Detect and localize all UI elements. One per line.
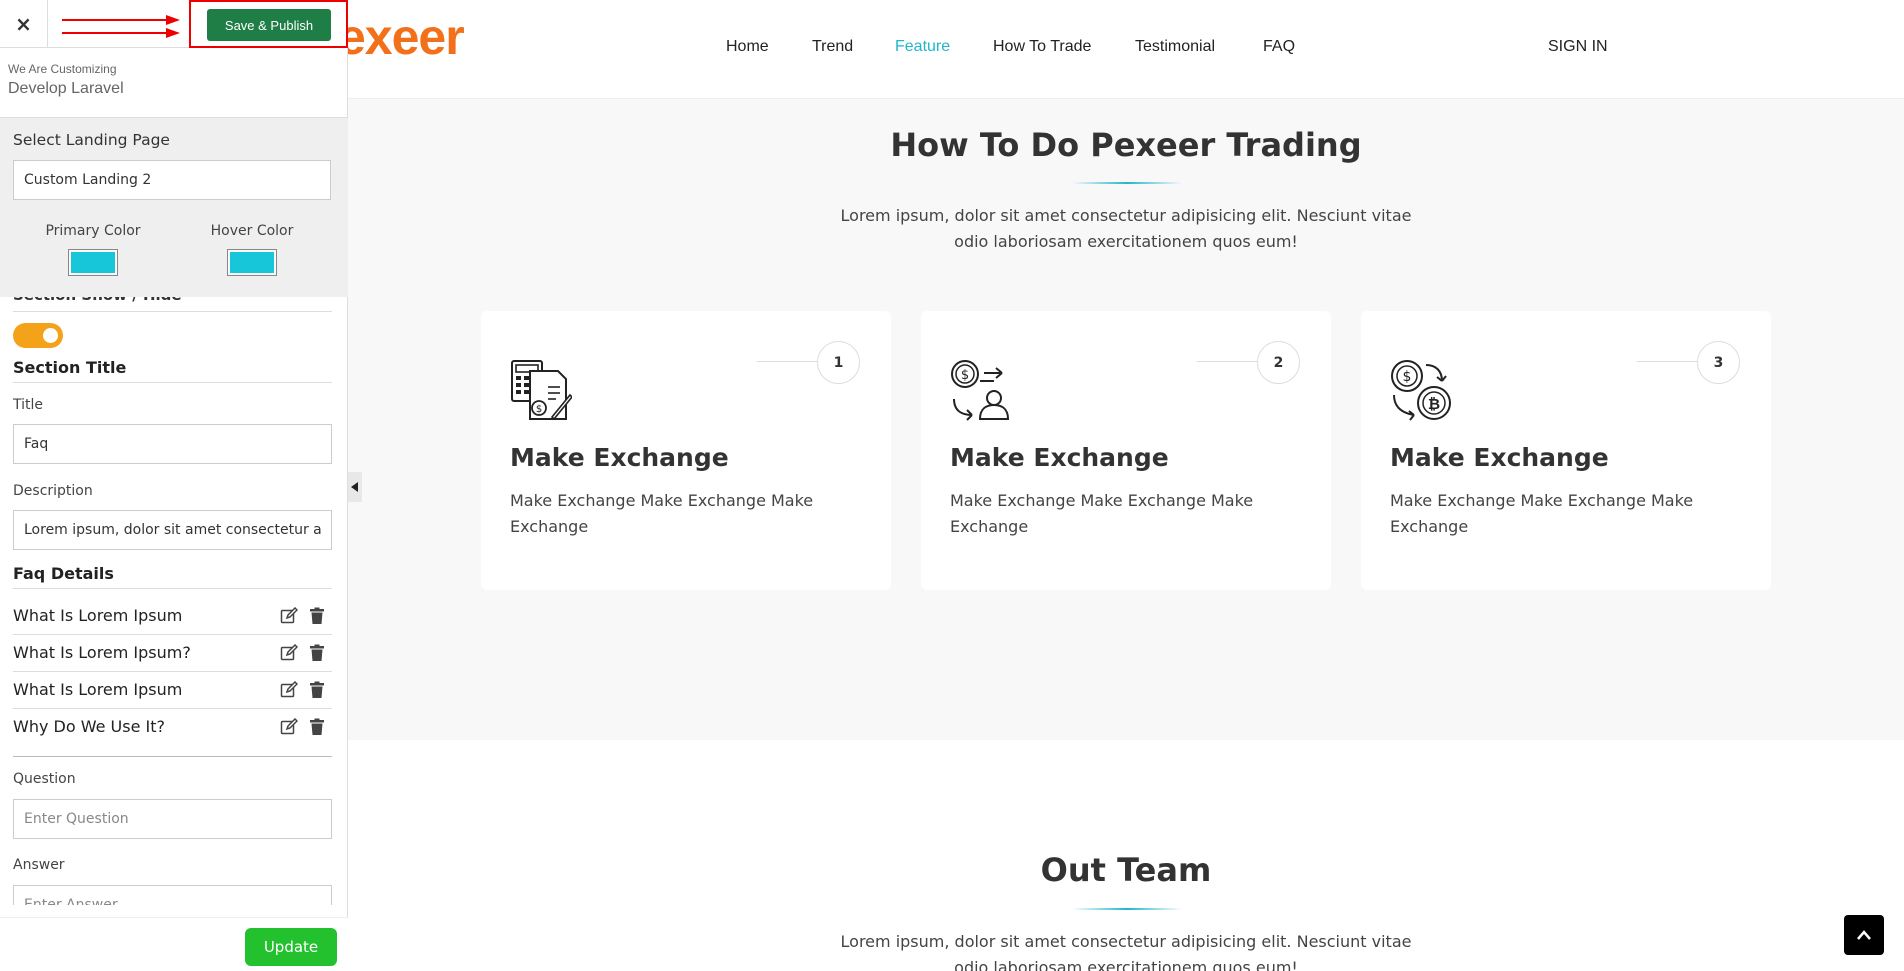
section-visibility-toggle[interactable]: [13, 323, 63, 348]
customizing-site-name: Develop Laravel: [8, 80, 124, 97]
section-title-heading: Section Title: [13, 358, 127, 377]
scroll-to-top-button[interactable]: [1844, 915, 1884, 955]
trash-icon[interactable]: [308, 607, 326, 625]
description-input[interactable]: [13, 510, 332, 550]
step-number: 1: [817, 341, 860, 384]
update-button[interactable]: Update: [245, 928, 337, 966]
section-settings-scroll[interactable]: Section Show / Hide Section Title Title …: [0, 290, 348, 905]
trash-icon[interactable]: [308, 644, 326, 662]
answer-label: Answer: [13, 857, 65, 873]
calculator-document-icon: $: [511, 360, 572, 421]
trash-icon[interactable]: [308, 718, 326, 736]
customizer-topbar: × Save & Publish: [0, 0, 348, 48]
step-number: 2: [1257, 341, 1300, 384]
svg-text:₿: ₿: [1428, 395, 1440, 413]
chevron-left-icon: [351, 482, 358, 492]
landing-page-select[interactable]: Custom Landing 2: [13, 160, 331, 200]
edit-icon[interactable]: [280, 644, 298, 662]
primary-color-group: Primary Color: [23, 223, 163, 280]
section-title: How To Do Pexeer Trading: [890, 126, 1362, 164]
dollar-user-exchange-icon: $: [951, 360, 1010, 421]
faq-question: Why Do We Use It?: [13, 717, 165, 736]
customizing-label: We Are Customizing: [8, 62, 117, 76]
title-input[interactable]: [13, 424, 332, 464]
landing-settings-panel: Select Landing Page Custom Landing 2 Pri…: [0, 117, 348, 297]
publish-highlight-box: Save & Publish: [189, 0, 348, 48]
svg-text:$: $: [1403, 369, 1412, 385]
hover-color-label: Hover Color: [210, 223, 294, 239]
customizing-info: We Are Customizing Develop Laravel: [8, 62, 124, 98]
nav-feature[interactable]: Feature: [895, 38, 950, 56]
landing-preview: exeer Home Trend Feature How To Trade Te…: [348, 0, 1904, 971]
card-title: Make Exchange: [1390, 443, 1609, 472]
nav-home[interactable]: Home: [726, 38, 769, 56]
team-section-title: Out Team: [1040, 851, 1212, 889]
svg-text:$: $: [536, 404, 542, 415]
section-description: Lorem ipsum, dolor sit amet consectetur …: [840, 206, 1412, 251]
trash-icon[interactable]: [308, 681, 326, 699]
card-description: Make Exchange Make Exchange Make Exchang…: [510, 491, 814, 536]
customizer-sidebar: × Save & Publish We Are Customizing Deve…: [0, 0, 348, 971]
step-card: 2 $ Make Exchange Make Exchange Make Exc…: [921, 311, 1331, 590]
card-description: Make Exchange Make Exchange Make Exchang…: [1390, 491, 1694, 536]
faq-list-item: What Is Lorem Ipsum?: [13, 635, 332, 672]
edit-icon[interactable]: [280, 681, 298, 699]
description-label: Description: [13, 483, 93, 499]
site-logo[interactable]: exeer: [348, 8, 465, 66]
team-section-description: Lorem ipsum, dolor sit amet consectetur …: [840, 932, 1412, 971]
nav-testimonial[interactable]: Testimonial: [1135, 38, 1215, 56]
faq-question: What Is Lorem Ipsum: [13, 606, 183, 625]
primary-color-picker[interactable]: [68, 249, 118, 276]
arrow-right-icon: [62, 15, 180, 25]
faq-question: What Is Lorem Ipsum?: [13, 643, 191, 662]
question-input[interactable]: [13, 799, 332, 839]
sidebar-footer: Update: [0, 917, 348, 971]
card-title: Make Exchange: [510, 443, 729, 472]
hover-color-picker[interactable]: [227, 249, 277, 276]
svg-text:$: $: [961, 368, 969, 383]
primary-color-label: Primary Color: [45, 223, 141, 239]
collapse-sidebar-button[interactable]: [348, 472, 362, 502]
step-card: 3 $ ₿ Make Exchange Make Exchange Make E…: [1361, 311, 1771, 590]
dollar-bitcoin-exchange-icon: $ ₿: [1391, 360, 1451, 421]
faq-details-heading: Faq Details: [13, 564, 114, 583]
title-label: Title: [13, 397, 44, 413]
faq-list-item: What Is Lorem Ipsum: [13, 672, 332, 709]
close-button[interactable]: ×: [0, 0, 48, 48]
answer-input[interactable]: [13, 885, 332, 905]
faq-list-item: What Is Lorem Ipsum: [13, 598, 332, 635]
nav-how-to-trade[interactable]: How To Trade: [993, 38, 1091, 56]
step-card: 1 $ Make Exchange Make Exchange Make Exc…: [481, 311, 891, 590]
edit-icon[interactable]: [280, 718, 298, 736]
card-description: Make Exchange Make Exchange Make Exchang…: [950, 491, 1254, 536]
sign-in-link[interactable]: SIGN IN: [1548, 38, 1608, 56]
question-label: Question: [13, 771, 76, 787]
how-to-trade-section: How To Do Pexeer Trading Lorem ipsum, do…: [348, 99, 1904, 740]
nav-trend[interactable]: Trend: [812, 38, 853, 56]
step-number: 3: [1697, 341, 1740, 384]
edit-icon[interactable]: [280, 607, 298, 625]
arrow-right-icon: [62, 28, 180, 38]
chevron-up-icon: [1857, 930, 1871, 940]
title-underline: [1072, 182, 1182, 184]
team-title-underline: [1072, 908, 1182, 910]
faq-question: What Is Lorem Ipsum: [13, 680, 183, 699]
nav-faq[interactable]: FAQ: [1263, 38, 1295, 56]
hover-color-group: Hover Color: [182, 223, 322, 280]
select-landing-label: Select Landing Page: [13, 131, 170, 149]
site-navbar: exeer Home Trend Feature How To Trade Te…: [348, 0, 1904, 99]
faq-list-item: Why Do We Use It?: [13, 709, 332, 746]
card-title: Make Exchange: [950, 443, 1169, 472]
save-publish-button[interactable]: Save & Publish: [207, 9, 331, 41]
